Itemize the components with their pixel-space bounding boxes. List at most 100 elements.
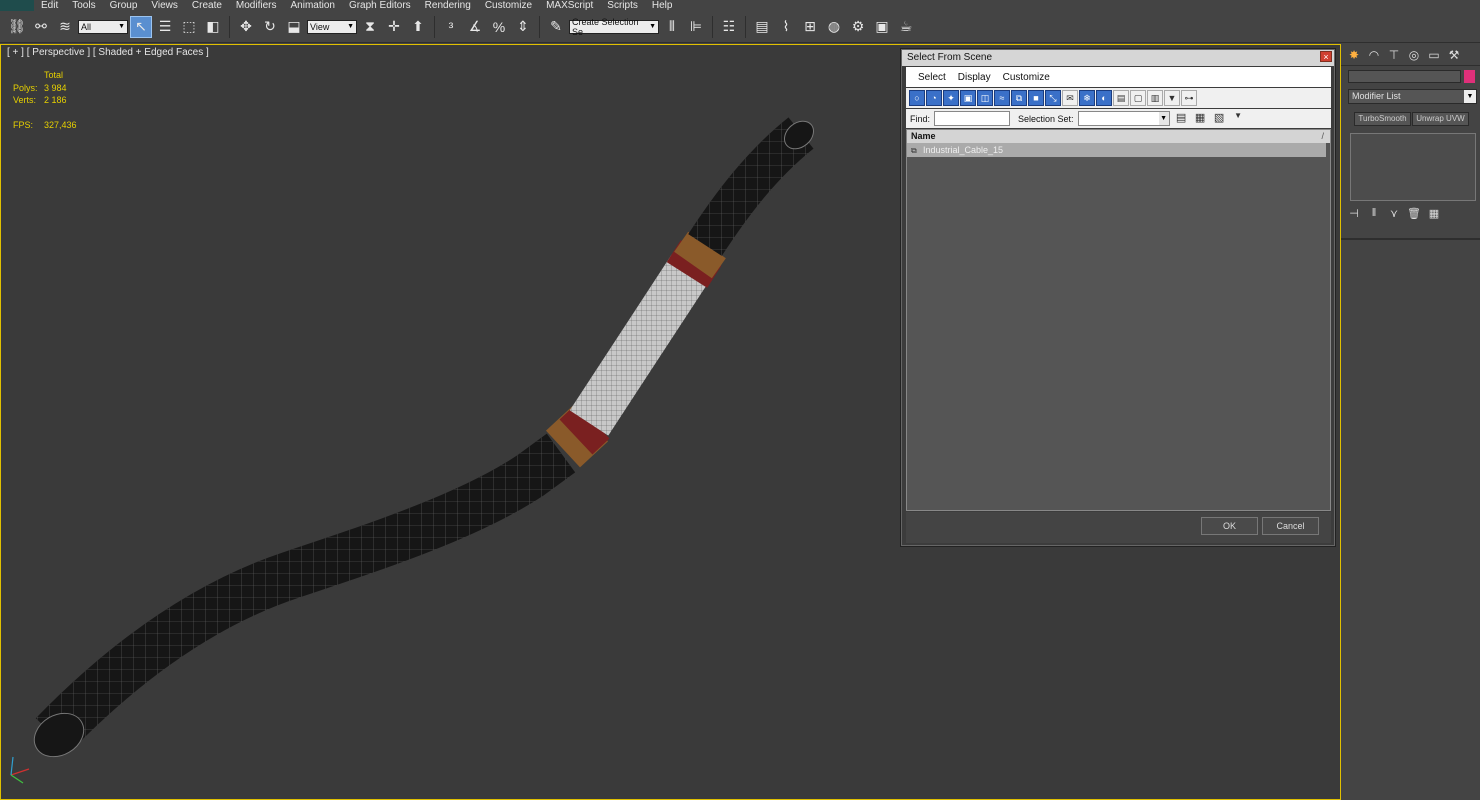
hierarchy-tab-icon[interactable]: ⊤ — [1385, 47, 1403, 63]
bones-filter-icon[interactable]: ⤡ — [1045, 90, 1061, 106]
percent-snap-icon[interactable]: % — [488, 16, 510, 38]
remove-from-set-icon[interactable]: ▧ — [1212, 111, 1227, 126]
pivot-center-icon[interactable]: ⧗ — [359, 16, 381, 38]
scale-icon[interactable]: ⬓ — [283, 16, 305, 38]
render-setup-icon[interactable]: ⚙ — [847, 16, 869, 38]
dialog-menu-select[interactable]: Select — [912, 72, 952, 83]
unlink-icon[interactable]: ⚯ — [30, 16, 52, 38]
edit-named-selection-icon[interactable]: ✎ — [545, 16, 567, 38]
close-icon[interactable]: × — [1320, 51, 1332, 62]
list-item[interactable]: ⧉ Industrial_Cable_15 — [907, 143, 1326, 157]
add-to-set-icon[interactable]: ▦ — [1193, 111, 1208, 126]
create-tab-icon[interactable]: ✸ — [1345, 47, 1363, 63]
align-icon[interactable]: ⊫ — [685, 16, 707, 38]
select-manipulate-icon[interactable]: ✛ — [383, 16, 405, 38]
rectangular-selection-icon[interactable]: ⬚ — [178, 16, 200, 38]
render-teapot-icon[interactable]: ☕ — [895, 16, 917, 38]
modifier-stack[interactable] — [1350, 133, 1476, 201]
menu-modifiers[interactable]: Modifiers — [229, 0, 284, 11]
curve-editor-icon[interactable]: ⌇ — [775, 16, 797, 38]
menu-create[interactable]: Create — [185, 0, 229, 11]
remove-modifier-icon[interactable]: 🗑 — [1406, 207, 1422, 221]
groups-filter-icon[interactable]: ⧉ — [1011, 90, 1027, 106]
menu-tools[interactable]: Tools — [65, 0, 102, 11]
angle-snap-icon[interactable]: ∡ — [464, 16, 486, 38]
select-object-icon[interactable]: ↖ — [130, 15, 152, 38]
cable-lower-segment[interactable] — [35, 433, 576, 752]
menu-edit[interactable]: Edit — [34, 0, 65, 11]
shapes-filter-icon[interactable]: ◔ — [926, 90, 942, 106]
menu-maxscript[interactable]: MAXScript — [539, 0, 600, 11]
menu-scripts[interactable]: Scripts — [600, 0, 645, 11]
configure-sets-icon[interactable]: ▦ — [1426, 207, 1442, 221]
display-tab-icon[interactable]: ▭ — [1425, 47, 1443, 63]
modify-tab-icon[interactable]: ◠ — [1365, 47, 1383, 63]
select-by-name-icon[interactable]: ☰ — [154, 16, 176, 38]
show-end-result-icon[interactable]: ‖ — [1366, 207, 1382, 221]
sort-indicator[interactable]: / — [1321, 130, 1324, 143]
menu-help[interactable]: Help — [645, 0, 680, 11]
make-unique-icon[interactable]: ⋎ — [1386, 207, 1402, 221]
menu-graph-editors[interactable]: Graph Editors — [342, 0, 418, 11]
object-name-field[interactable] — [1348, 70, 1461, 83]
utilities-tab-icon[interactable]: ⚒ — [1445, 47, 1463, 63]
display-none-icon[interactable]: ▢ — [1130, 90, 1146, 106]
object-color-swatch[interactable] — [1464, 70, 1475, 83]
graphite-toolbar-icon[interactable]: ▤ — [751, 16, 773, 38]
ok-button[interactable]: OK — [1201, 517, 1258, 535]
unwrap-uvw-button[interactable]: Unwrap UVW — [1412, 112, 1469, 126]
keyboard-shortcut-icon[interactable]: ⬆ — [407, 16, 429, 38]
scene-object-list[interactable]: Name / ⧉ Industrial_Cable_15 — [906, 129, 1331, 511]
filter-icon[interactable]: ▼ — [1164, 90, 1180, 106]
move-icon[interactable]: ✥ — [235, 16, 257, 38]
dialog-title[interactable]: Select From Scene — [902, 50, 1334, 66]
selection-set-dropdown[interactable]: ▼ — [1077, 111, 1170, 126]
reference-coord-dropdown[interactable]: View ▼ — [307, 19, 357, 34]
motion-tab-icon[interactable]: ◎ — [1405, 47, 1423, 63]
rendered-frame-window-icon[interactable]: ▣ — [871, 16, 893, 38]
containers-filter-icon[interactable]: ✉ — [1062, 90, 1078, 106]
lights-filter-icon[interactable]: ✦ — [943, 90, 959, 106]
invert-display-icon[interactable]: ▥ — [1147, 90, 1163, 106]
hidden-filter-icon[interactable]: ◐ — [1096, 90, 1112, 106]
name-column-header[interactable]: Name / — [907, 130, 1330, 143]
schematic-view-icon[interactable]: ⊞ — [799, 16, 821, 38]
find-input[interactable] — [934, 111, 1011, 126]
menu-rendering[interactable]: Rendering — [418, 0, 478, 11]
spinner-snap-icon[interactable]: ⇕ — [512, 16, 534, 38]
cameras-filter-icon[interactable]: ▣ — [960, 90, 976, 106]
cable-upper-segment[interactable] — [688, 117, 814, 256]
window-crossing-icon[interactable]: ◧ — [202, 16, 224, 38]
viewport-label[interactable]: [ + ] [ Perspective ] [ Shaded + Edged F… — [7, 47, 209, 58]
display-all-icon[interactable]: ▤ — [1113, 90, 1129, 106]
mirror-icon[interactable]: ⫴ — [661, 16, 683, 38]
named-selection-dropdown[interactable]: Create Selection Se ▼ — [569, 17, 659, 37]
dialog-menu-customize[interactable]: Customize — [997, 72, 1056, 83]
menu-customize[interactable]: Customize — [478, 0, 539, 11]
selection-filter-dropdown[interactable]: All ▼ — [78, 19, 128, 34]
space-warps-filter-icon[interactable]: ≈ — [994, 90, 1010, 106]
bind-space-warp-icon[interactable]: ≋ — [54, 16, 76, 38]
cancel-button[interactable]: Cancel — [1262, 517, 1319, 535]
turbosmooth-button[interactable]: TurboSmooth — [1354, 112, 1411, 126]
layer-manager-icon[interactable]: ☷ — [718, 16, 740, 38]
menu-group[interactable]: Group — [103, 0, 145, 11]
pin-stack-icon[interactable]: ⊣ — [1346, 207, 1362, 221]
helpers-filter-icon[interactable]: ◫ — [977, 90, 993, 106]
xrefs-filter-icon[interactable]: ■ — [1028, 90, 1044, 106]
rotate-icon[interactable]: ↻ — [259, 16, 281, 38]
snap-toggle-icon[interactable]: ³ — [440, 16, 462, 38]
modifier-list-dropdown[interactable]: Modifier List ▼ — [1348, 89, 1477, 104]
menu-animation[interactable]: Animation — [283, 0, 341, 11]
frozen-filter-icon[interactable]: ❄ — [1079, 90, 1095, 106]
dialog-menu-display[interactable]: Display — [952, 72, 997, 83]
app-logo[interactable] — [0, 0, 34, 11]
cable-light-section[interactable] — [569, 254, 711, 436]
menu-views[interactable]: Views — [144, 0, 185, 11]
link-icon[interactable]: ⛓ — [6, 16, 28, 38]
material-editor-icon[interactable]: ◍ — [823, 16, 845, 38]
create-set-icon[interactable]: ▤ — [1174, 111, 1189, 126]
hierarchy-filter-icon[interactable]: ⊶ — [1181, 90, 1197, 106]
geometry-filter-icon[interactable]: ○ — [909, 90, 925, 106]
expand-options-icon[interactable]: ▼ — [1231, 111, 1246, 126]
